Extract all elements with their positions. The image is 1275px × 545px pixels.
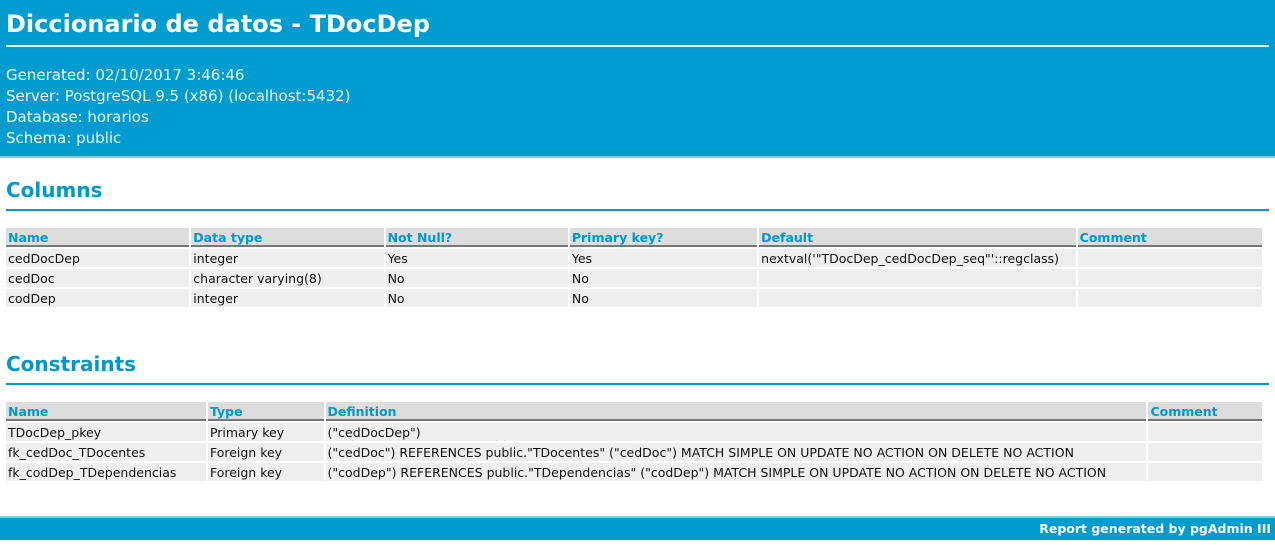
constraints-table: Name Type Definition Comment TDocDep_pke… xyxy=(4,400,1264,483)
constraints-heading: Constraints xyxy=(6,349,1269,385)
table-row: fk_cedDoc_TDocentes Foreign key ("cedDoc… xyxy=(6,443,1262,461)
table-row: TDocDep_pkey Primary key ("cedDocDep") xyxy=(6,423,1262,441)
cell-not-null: No xyxy=(385,289,568,307)
constraint-header-name: Name xyxy=(6,402,206,421)
generated-value: 02/10/2017 3:46:46 xyxy=(95,66,245,84)
constraint-header-type: Type xyxy=(207,402,324,421)
report-footer: Report generated by pgAdmin III xyxy=(0,516,1275,540)
column-header-primary-key: Primary key? xyxy=(569,228,758,247)
columns-section: Columns Name Data type Not Null? Primary… xyxy=(0,175,1275,309)
database-label: Database: xyxy=(6,108,83,126)
cell-default: nextval('"TDocDep_cedDocDep_seq"'::regcl… xyxy=(759,249,1076,267)
database-line: Database: horarios xyxy=(6,107,1269,128)
cell-constraint-definition: ("cedDocDep") xyxy=(325,423,1147,441)
cell-primary-key: Yes xyxy=(569,249,758,267)
cell-comment xyxy=(1077,289,1262,307)
constraints-header-row: Name Type Definition Comment xyxy=(6,402,1262,421)
column-header-default: Default xyxy=(759,228,1076,247)
columns-header-row: Name Data type Not Null? Primary key? De… xyxy=(6,228,1262,247)
cell-constraint-name: fk_codDep_TDependencias xyxy=(6,463,206,481)
schema-label: Schema: xyxy=(6,129,72,147)
constraint-header-comment: Comment xyxy=(1148,402,1262,421)
cell-data-type: integer xyxy=(191,289,384,307)
cell-data-type: integer xyxy=(191,249,384,267)
report-metadata: Generated: 02/10/2017 3:46:46 Server: Po… xyxy=(6,65,1269,149)
cell-constraint-type: Foreign key xyxy=(207,443,324,461)
cell-name: cedDoc xyxy=(6,269,190,287)
constraint-header-definition: Definition xyxy=(325,402,1147,421)
cell-constraint-comment xyxy=(1148,443,1262,461)
cell-primary-key: No xyxy=(569,289,758,307)
schema-line: Schema: public xyxy=(6,128,1269,149)
database-value: horarios xyxy=(87,108,149,126)
cell-primary-key: No xyxy=(569,269,758,287)
cell-constraint-definition: ("codDep") REFERENCES public."TDependenc… xyxy=(325,463,1147,481)
server-label: Server: xyxy=(6,87,60,105)
table-row: cedDocDep integer Yes Yes nextval('"TDoc… xyxy=(6,249,1262,267)
cell-default xyxy=(759,289,1076,307)
cell-name: codDep xyxy=(6,289,190,307)
cell-default xyxy=(759,269,1076,287)
column-header-not-null: Not Null? xyxy=(385,228,568,247)
constraints-section: Constraints Name Type Definition Comment… xyxy=(0,349,1275,483)
cell-constraint-name: fk_cedDoc_TDocentes xyxy=(6,443,206,461)
cell-comment xyxy=(1077,269,1262,287)
table-row: cedDoc character varying(8) No No xyxy=(6,269,1262,287)
server-value: PostgreSQL 9.5 (x86) (localhost:5432) xyxy=(64,87,351,105)
cell-name: cedDocDep xyxy=(6,249,190,267)
cell-data-type: character varying(8) xyxy=(191,269,384,287)
cell-constraint-type: Primary key xyxy=(207,423,324,441)
columns-heading: Columns xyxy=(6,175,1269,211)
cell-constraint-comment xyxy=(1148,463,1262,481)
cell-not-null: Yes xyxy=(385,249,568,267)
server-line: Server: PostgreSQL 9.5 (x86) (localhost:… xyxy=(6,86,1269,107)
cell-constraint-type: Foreign key xyxy=(207,463,324,481)
column-header-data-type: Data type xyxy=(191,228,384,247)
cell-constraint-definition: ("cedDoc") REFERENCES public."TDocentes"… xyxy=(325,443,1147,461)
cell-constraint-name: TDocDep_pkey xyxy=(6,423,206,441)
cell-not-null: No xyxy=(385,269,568,287)
column-header-comment: Comment xyxy=(1077,228,1262,247)
generated-line: Generated: 02/10/2017 3:46:46 xyxy=(6,65,1269,86)
cell-constraint-comment xyxy=(1148,423,1262,441)
column-header-name: Name xyxy=(6,228,190,247)
generated-label: Generated: xyxy=(6,66,91,84)
table-row: fk_codDep_TDependencias Foreign key ("co… xyxy=(6,463,1262,481)
schema-value: public xyxy=(76,129,122,147)
columns-table: Name Data type Not Null? Primary key? De… xyxy=(4,226,1264,309)
page-title: Diccionario de datos - TDocDep xyxy=(6,0,1269,47)
table-row: codDep integer No No xyxy=(6,289,1262,307)
cell-comment xyxy=(1077,249,1262,267)
report-header: Diccionario de datos - TDocDep Generated… xyxy=(0,0,1275,158)
